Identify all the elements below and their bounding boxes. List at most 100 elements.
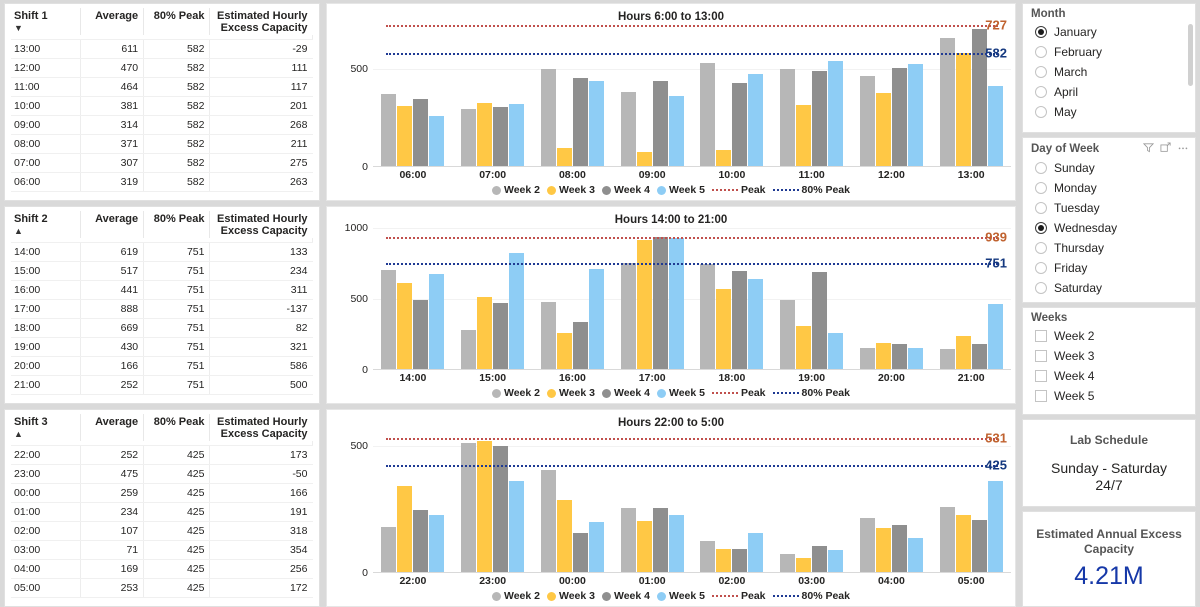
bar-week-2[interactable]: [620, 92, 636, 166]
legend-item-peak[interactable]: Peak: [712, 590, 766, 602]
slicer-option-week-3[interactable]: Week 3: [1031, 346, 1189, 366]
bar-week-2[interactable]: [540, 470, 556, 572]
radio-icon[interactable]: [1035, 162, 1047, 174]
bar-week-2[interactable]: [461, 109, 477, 166]
bar-week-5[interactable]: [987, 86, 1003, 166]
plot-area[interactable]: [373, 25, 1011, 167]
bar-week-4[interactable]: [572, 322, 588, 369]
legend-item-week-5[interactable]: Week 5: [657, 387, 705, 399]
table-row[interactable]: 12:00 470 582 111: [11, 58, 313, 78]
focus-mode-icon[interactable]: [1160, 142, 1171, 156]
column-header-average[interactable]: Average: [80, 211, 145, 238]
column-header-average[interactable]: Average: [80, 414, 145, 441]
bar-week-2[interactable]: [939, 349, 955, 369]
shift-1-table[interactable]: Shift 1 ▼ Average 80% Peak Estimated Hou…: [11, 8, 313, 192]
bar-week-4[interactable]: [732, 83, 748, 166]
slicer-day-of-week[interactable]: Day of Week Sunday Monday Tuesday Wednes…: [1022, 137, 1196, 303]
bar-week-4[interactable]: [652, 237, 668, 369]
bar-week-3[interactable]: [875, 342, 891, 369]
table-row[interactable]: 01:00 234 425 191: [11, 502, 313, 522]
bar-week-3[interactable]: [716, 288, 732, 369]
column-header-shift[interactable]: Shift 1 ▼: [11, 8, 81, 35]
radio-icon[interactable]: [1035, 242, 1047, 254]
column-header-average[interactable]: Average: [80, 8, 145, 35]
legend-item-80-peak[interactable]: 80% Peak: [772, 184, 850, 196]
card-annual-excess-capacity[interactable]: Estimated Annual Excess Capacity 4.21M: [1022, 511, 1196, 607]
slicer-option-friday[interactable]: Friday: [1031, 258, 1189, 278]
month-scrollbar[interactable]: [1188, 24, 1193, 86]
table-row[interactable]: 06:00 319 582 263: [11, 172, 313, 192]
radio-icon[interactable]: [1035, 26, 1047, 38]
plot-area[interactable]: [373, 431, 1011, 573]
filter-icon[interactable]: [1142, 142, 1155, 156]
legend-item-week-2[interactable]: Week 2: [492, 590, 540, 602]
bar-week-3[interactable]: [477, 297, 493, 369]
bar-week-4[interactable]: [572, 532, 588, 572]
shift-3-table[interactable]: Shift 3 ▲ Average 80% Peak Estimated Hou…: [11, 414, 313, 598]
slicer-option-february[interactable]: February: [1031, 42, 1189, 62]
bar-week-3[interactable]: [955, 514, 971, 572]
bar-week-4[interactable]: [493, 107, 509, 166]
bar-week-4[interactable]: [812, 546, 828, 572]
bar-week-4[interactable]: [732, 271, 748, 369]
bar-week-4[interactable]: [652, 508, 668, 572]
slicer-option-sunday[interactable]: Sunday: [1031, 158, 1189, 178]
chart-legend[interactable]: Week 2 Week 3 Week 4 Week 5 Peak 80% Peak: [331, 181, 1011, 198]
bar-week-2[interactable]: [939, 37, 955, 166]
table-row[interactable]: 18:00 669 751 82: [11, 318, 313, 338]
bar-week-2[interactable]: [461, 442, 477, 572]
bar-week-5[interactable]: [588, 522, 604, 572]
radio-icon[interactable]: [1035, 182, 1047, 194]
bar-week-5[interactable]: [907, 63, 923, 166]
day-options-list[interactable]: Sunday Monday Tuesday Wednesday Thursday…: [1031, 158, 1189, 298]
slicer-option-thursday[interactable]: Thursday: [1031, 238, 1189, 258]
chart-legend[interactable]: Week 2 Week 3 Week 4 Week 5 Peak 80% Peak: [331, 384, 1011, 401]
slicer-option-week-2[interactable]: Week 2: [1031, 326, 1189, 346]
bar-week-4[interactable]: [413, 99, 429, 166]
bar-week-2[interactable]: [700, 264, 716, 369]
table-row[interactable]: 07:00 307 582 275: [11, 153, 313, 173]
table-row[interactable]: 13:00 611 582 -29: [11, 39, 313, 59]
bar-week-3[interactable]: [556, 332, 572, 369]
bar-week-5[interactable]: [828, 550, 844, 572]
table-row[interactable]: 05:00 253 425 172: [11, 578, 313, 598]
sort-ascending-icon[interactable]: ▲: [14, 430, 75, 439]
checkbox-icon[interactable]: [1035, 390, 1047, 402]
slicer-option-january[interactable]: January: [1031, 22, 1189, 42]
column-header-peak80[interactable]: 80% Peak: [143, 414, 211, 441]
radio-icon[interactable]: [1035, 46, 1047, 58]
chart-card-shift-2[interactable]: Hours 14:00 to 21:00 0 500 1000 939 751 14:…: [326, 206, 1016, 404]
bar-week-5[interactable]: [668, 237, 684, 369]
table-row[interactable]: 08:00 371 582 211: [11, 134, 313, 154]
slicer-weeks[interactable]: Weeks Week 2 Week 3 Week 4 Week 5: [1022, 307, 1196, 415]
bar-week-4[interactable]: [493, 303, 509, 369]
bar-week-3[interactable]: [477, 440, 493, 572]
checkbox-icon[interactable]: [1035, 350, 1047, 362]
table-row[interactable]: 09:00 314 582 268: [11, 115, 313, 135]
bar-week-3[interactable]: [556, 147, 572, 166]
shift-1-table-card[interactable]: Shift 1 ▼ Average 80% Peak Estimated Hou…: [4, 3, 320, 201]
bar-week-2[interactable]: [620, 262, 636, 369]
bar-week-3[interactable]: [636, 520, 652, 572]
bar-week-3[interactable]: [796, 557, 812, 572]
legend-item-peak[interactable]: Peak: [712, 387, 766, 399]
card-lab-schedule[interactable]: Lab Schedule Sunday - Saturday 24/7: [1022, 419, 1196, 507]
bar-week-2[interactable]: [381, 94, 397, 166]
bar-week-3[interactable]: [875, 93, 891, 166]
table-row[interactable]: 23:00 475 425 -50: [11, 464, 313, 484]
legend-item-week-5[interactable]: Week 5: [657, 590, 705, 602]
column-header-excess-capacity[interactable]: Estimated Hourly Excess Capacity: [210, 211, 313, 238]
bar-week-5[interactable]: [748, 278, 764, 369]
bar-week-4[interactable]: [891, 344, 907, 369]
table-row[interactable]: 14:00 619 751 133: [11, 242, 313, 262]
table-row[interactable]: 22:00 252 425 173: [11, 445, 313, 465]
bar-week-3[interactable]: [955, 336, 971, 369]
checkbox-icon[interactable]: [1035, 370, 1047, 382]
slicer-option-week-4[interactable]: Week 4: [1031, 366, 1189, 386]
column-header-excess-capacity[interactable]: Estimated Hourly Excess Capacity: [210, 414, 313, 441]
table-row[interactable]: 10:00 381 582 201: [11, 96, 313, 116]
legend-item-80-peak[interactable]: 80% Peak: [772, 590, 850, 602]
bar-week-4[interactable]: [572, 78, 588, 166]
bar-week-2[interactable]: [620, 507, 636, 572]
legend-item-week-5[interactable]: Week 5: [657, 184, 705, 196]
